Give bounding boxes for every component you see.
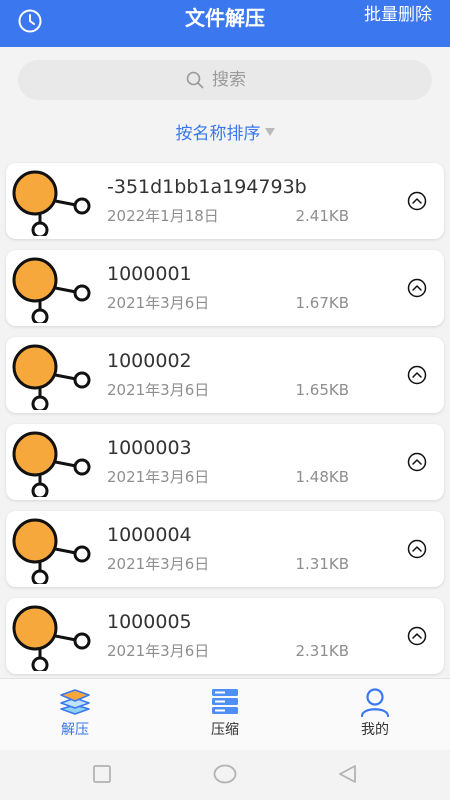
chevron-up-icon[interactable]: [407, 278, 427, 298]
archive-file-icon: [12, 605, 91, 671]
chevron-up-icon[interactable]: [407, 191, 427, 211]
nav-tab-profile[interactable]: 我的: [315, 687, 435, 747]
search-bar[interactable]: [18, 60, 432, 100]
dropdown-caret-icon: [264, 128, 275, 136]
nav-label-decompress: 解压: [61, 722, 89, 738]
file-date: 2021年3月6日: [107, 294, 210, 312]
archive-file-icon: [12, 344, 91, 410]
nav-label-compress: 压缩: [211, 722, 239, 738]
file-list-item[interactable]: 1000004 2021年3月6日 1.31KB: [6, 511, 444, 587]
file-list-item[interactable]: 1000003 2021年3月6日 1.48KB: [6, 424, 444, 500]
search-inner: [18, 60, 432, 100]
layers-icon: [60, 689, 90, 715]
compress-icon: [212, 689, 238, 714]
batch-delete-button[interactable]: 批量删除: [364, 2, 432, 28]
sort-dropdown[interactable]: 按名称排序: [0, 121, 450, 147]
file-size: 2.31KB: [295, 642, 349, 660]
archive-file-icon: [12, 431, 91, 497]
archive-file-icon: [12, 518, 91, 584]
file-list-item[interactable]: 1000002 2021年3月6日 1.65KB: [6, 337, 444, 413]
file-date: 2021年3月6日: [107, 468, 210, 486]
file-date: 2021年3月6日: [107, 381, 210, 399]
chevron-up-icon[interactable]: [407, 626, 427, 646]
file-size: 1.65KB: [295, 381, 349, 399]
sort-label: 按名称排序: [175, 124, 261, 144]
file-name: 1000003: [107, 437, 192, 459]
archive-file-icon: [12, 257, 91, 323]
user-icon: [360, 688, 390, 717]
file-name: 1000002: [107, 350, 192, 372]
home-icon[interactable]: [213, 764, 237, 784]
file-size: 1.48KB: [295, 468, 349, 486]
archive-file-icon: [12, 170, 91, 236]
system-nav-bar: [0, 750, 450, 800]
chevron-up-icon[interactable]: [407, 365, 427, 385]
nav-label-profile: 我的: [361, 722, 389, 738]
bottom-nav: 解压 压缩 我的: [0, 678, 450, 751]
nav-tab-compress[interactable]: 压缩: [165, 687, 285, 747]
app-header: 文件解压 批量删除: [0, 0, 450, 47]
file-size: 1.67KB: [295, 294, 349, 312]
search-input[interactable]: [210, 69, 264, 91]
nav-tab-decompress[interactable]: 解压: [15, 687, 135, 747]
file-name: 1000005: [107, 611, 192, 633]
file-size: 2.41KB: [295, 207, 349, 225]
back-icon[interactable]: [337, 764, 359, 784]
file-list-item[interactable]: -351d1bb1a194793b 2022年1月18日 2.41KB: [6, 163, 444, 239]
search-icon: [186, 71, 204, 89]
file-list-item[interactable]: 1000005 2021年3月6日 2.31KB: [6, 598, 444, 674]
file-size: 1.31KB: [295, 555, 349, 573]
file-name: -351d1bb1a194793b: [107, 176, 307, 198]
file-date: 2021年3月6日: [107, 555, 210, 573]
chevron-up-icon[interactable]: [407, 539, 427, 559]
file-name: 1000001: [107, 263, 192, 285]
chevron-up-icon[interactable]: [407, 452, 427, 472]
file-date: 2022年1月18日: [107, 207, 219, 225]
file-list-item[interactable]: 1000001 2021年3月6日 1.67KB: [6, 250, 444, 326]
recent-apps-icon[interactable]: [92, 764, 112, 784]
file-name: 1000004: [107, 524, 192, 546]
file-date: 2021年3月6日: [107, 642, 210, 660]
